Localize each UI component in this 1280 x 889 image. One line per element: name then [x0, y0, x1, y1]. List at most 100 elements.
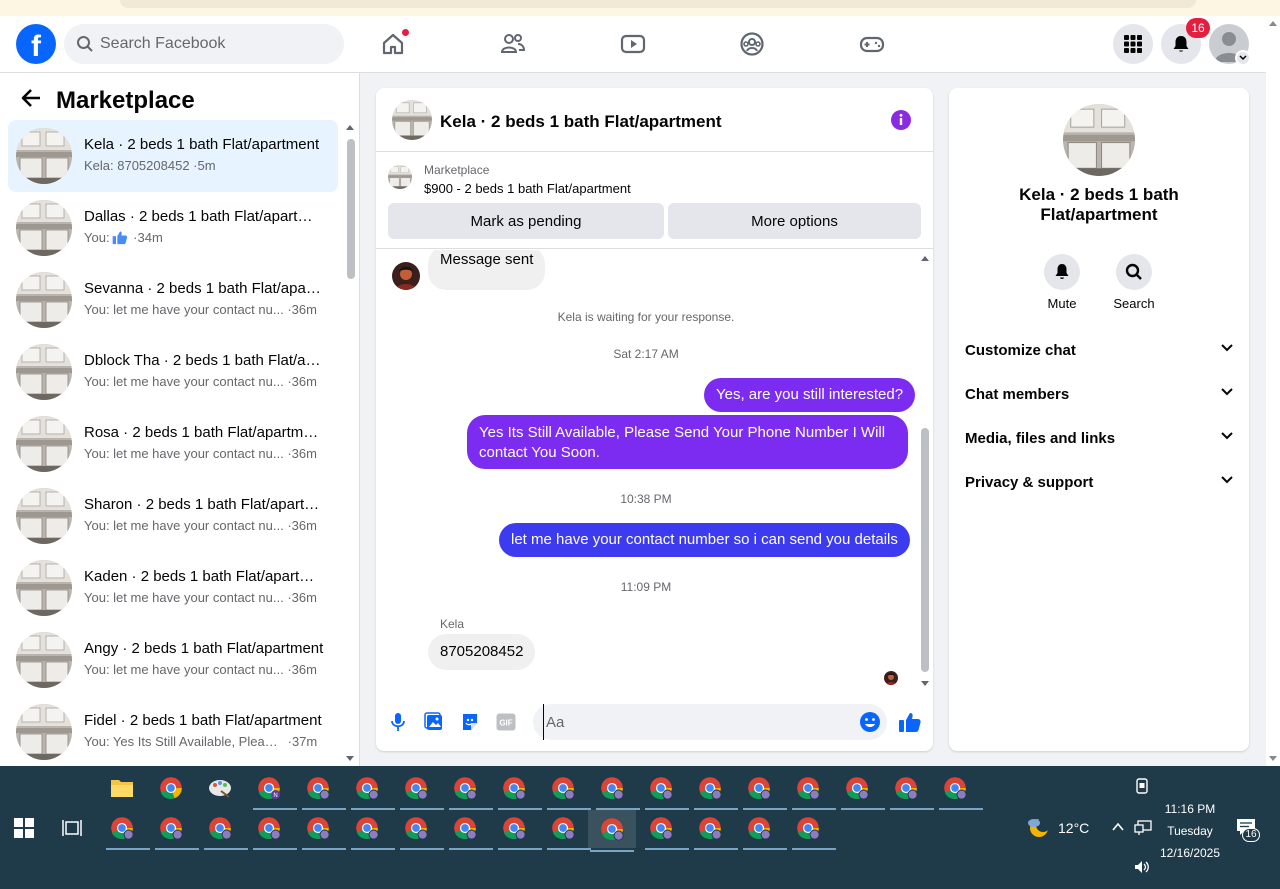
taskbar-app-button[interactable] — [790, 770, 836, 810]
scrollbar-thumb[interactable] — [347, 139, 355, 279]
details-section[interactable]: Privacy & support — [965, 468, 1233, 496]
listing-description[interactable]: $900 - 2 beds 1 bath Flat/apartment — [424, 181, 631, 196]
attach-photo-button[interactable] — [422, 710, 446, 734]
scroll-up-arrow[interactable] — [1269, 21, 1277, 26]
listing-thumbnail[interactable] — [392, 100, 432, 140]
more-options-button[interactable]: More options — [668, 203, 921, 239]
taskbar-app-button[interactable] — [594, 770, 640, 810]
conversation-item[interactable]: Fidel · 2 beds 1 bath Flat/apartment You:… — [8, 696, 338, 766]
taskbar-app-button[interactable] — [349, 810, 395, 850]
mark-as-pending-button[interactable]: Mark as pending — [388, 203, 664, 239]
conversation-item[interactable]: Rosa · 2 beds 1 bath Flat/apartment You: … — [8, 408, 338, 480]
like-send-button[interactable] — [898, 710, 922, 734]
mute-button[interactable] — [1044, 254, 1080, 290]
scroll-down-arrow[interactable] — [921, 681, 929, 686]
taskbar-app-button[interactable] — [251, 810, 297, 850]
gaming-nav[interactable] — [852, 24, 892, 64]
taskbar-app-button[interactable] — [398, 770, 444, 810]
taskbar-app-button[interactable] — [643, 810, 689, 850]
scroll-down-arrow[interactable] — [346, 756, 354, 761]
listing-small-thumbnail[interactable] — [388, 165, 412, 189]
sticker-button[interactable] — [458, 710, 482, 734]
home-nav[interactable] — [373, 24, 413, 64]
conversation-item[interactable]: Kaden · 2 beds 1 bath Flat/apartment You:… — [8, 552, 338, 624]
details-section[interactable]: Chat members — [965, 380, 1233, 408]
taskbar-app-button[interactable] — [496, 810, 542, 850]
taskbar-app-button[interactable] — [643, 770, 689, 810]
conversation-item[interactable]: Sevanna · 2 beds 1 bath Flat/apartment Yo… — [8, 264, 338, 336]
task-view-icon[interactable] — [62, 818, 82, 838]
watch-nav[interactable] — [613, 24, 653, 64]
taskbar-app-button[interactable] — [153, 770, 189, 806]
account-chevron[interactable] — [1235, 50, 1251, 66]
scrollbar-thumb[interactable] — [921, 428, 929, 672]
outgoing-message[interactable]: Yes Its Still Available, Please Send You… — [467, 415, 908, 469]
voice-clip-button[interactable] — [386, 710, 410, 734]
conversation-item[interactable]: Angy · 2 beds 1 bath Flat/apartment You: … — [8, 624, 338, 696]
chat-title[interactable]: Kela · 2 beds 1 bath Flat/apartment — [440, 112, 722, 132]
back-arrow-icon[interactable] — [20, 87, 42, 109]
taskbar-app-button[interactable] — [300, 770, 346, 810]
taskbar-app-button[interactable] — [545, 770, 591, 810]
search-action[interactable]: Search — [1104, 254, 1164, 311]
search-box[interactable] — [64, 24, 344, 64]
scroll-down-arrow[interactable] — [1269, 756, 1277, 761]
taskbar-app-button[interactable] — [104, 770, 140, 806]
taskbar-app-button[interactable] — [300, 810, 346, 850]
sender-avatar[interactable] — [392, 262, 420, 290]
search-in-chat-button[interactable] — [1116, 254, 1152, 290]
taskbar-app-button[interactable] — [937, 770, 983, 810]
menu-button[interactable] — [1113, 24, 1153, 64]
emoji-icon[interactable] — [859, 711, 881, 733]
page-scrollbar[interactable] — [1266, 16, 1280, 766]
taskbar-app-button[interactable] — [349, 770, 395, 810]
outgoing-message[interactable]: Yes, are you still interested? — [704, 378, 916, 412]
search-input[interactable] — [100, 24, 330, 64]
taskbar-app-button[interactable] — [398, 810, 444, 850]
taskbar-app-button[interactable] — [588, 810, 636, 852]
taskbar-app-button[interactable] — [447, 770, 493, 810]
conversation-item[interactable]: Kela · 2 beds 1 bath Flat/apartment Kela:… — [8, 120, 338, 192]
taskbar-app-button[interactable] — [104, 810, 150, 850]
scroll-up-arrow[interactable] — [346, 125, 354, 130]
system-clock[interactable]: 11:16 PM Tuesday 12/16/2025 — [1150, 798, 1230, 864]
taskbar-app-button[interactable] — [790, 810, 836, 850]
taskbar-app-button[interactable] — [545, 810, 591, 850]
meet-now-icon[interactable] — [1134, 778, 1150, 794]
volume-icon[interactable] — [1134, 860, 1150, 874]
taskbar-app-button[interactable] — [888, 770, 934, 810]
conversation-list-scrollbar[interactable] — [344, 123, 356, 763]
conversation-item[interactable]: Sharon · 2 beds 1 bath Flat/apartment You… — [8, 480, 338, 552]
mute-action[interactable]: Mute — [1032, 254, 1092, 311]
groups-nav[interactable] — [732, 24, 772, 64]
outgoing-message[interactable]: let me have your contact number so i can… — [499, 523, 910, 557]
taskbar-app-button[interactable] — [202, 810, 248, 850]
taskbar-app-button[interactable] — [692, 770, 738, 810]
weather-widget[interactable]: 12°C — [1026, 816, 1089, 840]
incoming-message[interactable]: 8705208452 — [428, 634, 536, 670]
message-scrollbar[interactable] — [919, 250, 931, 690]
scroll-up-arrow[interactable] — [921, 256, 929, 261]
taskbar-app-button[interactable] — [692, 810, 738, 850]
gif-button[interactable]: GIF — [494, 710, 518, 734]
details-section[interactable]: Customize chat — [965, 336, 1233, 364]
conversation-item[interactable]: Dallas · 2 beds 1 bath Flat/apartment You… — [8, 192, 338, 264]
windows-start-icon[interactable] — [14, 818, 34, 838]
message-input[interactable] — [543, 704, 843, 740]
info-icon[interactable] — [890, 109, 912, 131]
taskbar-app-button[interactable] — [447, 810, 493, 850]
friends-nav[interactable] — [493, 24, 533, 64]
taskbar-app-button[interactable] — [202, 770, 238, 806]
action-center-button[interactable]: 16 — [1236, 818, 1260, 842]
facebook-logo-icon[interactable]: f — [16, 24, 56, 64]
details-section[interactable]: Media, files and links — [965, 424, 1233, 452]
taskbar-app-button[interactable] — [741, 810, 787, 850]
taskbar-app-button[interactable] — [741, 770, 787, 810]
taskbar-app-button[interactable] — [153, 810, 199, 850]
taskbar-app-button[interactable] — [496, 770, 542, 810]
message-input-box[interactable] — [533, 704, 887, 740]
conversation-item[interactable]: Dblock Tha · 2 beds 1 bath Flat/apartmen… — [8, 336, 338, 408]
taskbar-app-button[interactable]: N — [251, 770, 297, 810]
chevron-up-icon[interactable] — [1111, 820, 1125, 834]
taskbar-app-button[interactable] — [839, 770, 885, 810]
